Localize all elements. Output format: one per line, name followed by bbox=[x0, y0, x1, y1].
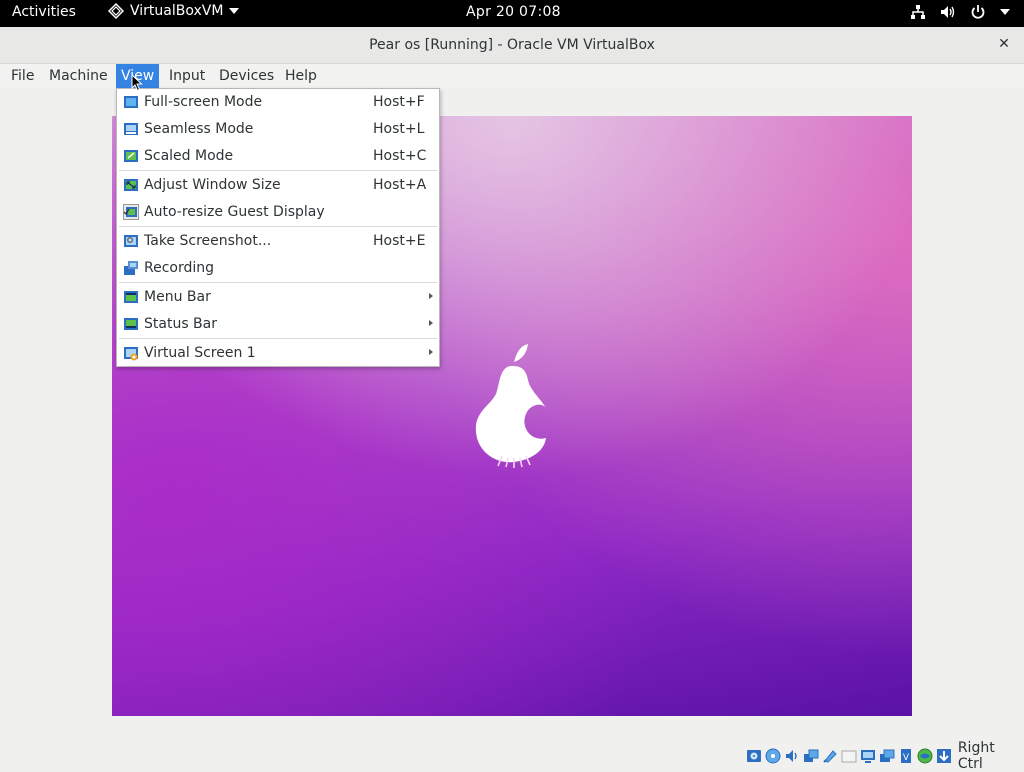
menu-item-status-bar[interactable]: Status Bar bbox=[117, 311, 439, 338]
submenu-arrow-icon bbox=[429, 320, 433, 326]
menu-separator bbox=[119, 170, 437, 171]
optical-drive-icon[interactable] bbox=[765, 748, 781, 764]
menu-bar-icon bbox=[124, 291, 138, 303]
view-menu-dropdown: Full-screen Mode Host+F Seamless Mode Ho… bbox=[116, 88, 440, 367]
app-menu[interactable]: VirtualBoxVM bbox=[108, 3, 240, 19]
usb-icon[interactable] bbox=[822, 748, 838, 764]
submenu-arrow-icon bbox=[429, 293, 433, 299]
menu-separator bbox=[119, 338, 437, 339]
menu-bar: File Machine View Input Devices Help bbox=[0, 64, 1024, 88]
virtual-screen-icon bbox=[124, 347, 138, 361]
menu-item-auto-resize-guest-display[interactable]: Auto-resize Guest Display bbox=[117, 199, 439, 226]
recording-icon bbox=[124, 261, 138, 275]
volume-icon bbox=[941, 6, 955, 18]
pear-logo-icon bbox=[475, 344, 546, 468]
keyboard-capture-icon[interactable] bbox=[936, 748, 952, 764]
menu-separator bbox=[119, 226, 437, 227]
auto-resize-icon bbox=[123, 204, 139, 220]
mouse-integration-icon[interactable] bbox=[917, 748, 933, 764]
menu-input[interactable]: Input bbox=[164, 64, 210, 88]
menu-item-take-screenshot[interactable]: Take Screenshot... Host+E bbox=[117, 228, 439, 255]
menu-item-seamless-mode[interactable]: Seamless Mode Host+L bbox=[117, 116, 439, 143]
scaled-icon bbox=[124, 150, 138, 162]
hard-disk-icon[interactable] bbox=[746, 748, 762, 764]
submenu-arrow-icon bbox=[429, 349, 433, 355]
clock[interactable]: Apr 20 07:08 bbox=[466, 4, 561, 20]
menu-item-scaled-mode[interactable]: Scaled Mode Host+C bbox=[117, 143, 439, 170]
menu-item-menu-bar[interactable]: Menu Bar bbox=[117, 284, 439, 311]
activities-button[interactable]: Activities bbox=[12, 4, 76, 20]
fullscreen-icon bbox=[124, 96, 138, 108]
menu-separator bbox=[119, 282, 437, 283]
menu-item-virtual-screen-1[interactable]: Virtual Screen 1 bbox=[117, 340, 439, 367]
app-name: VirtualBoxVM bbox=[130, 3, 224, 19]
window-title: Pear os [Running] - Oracle VM VirtualBox bbox=[369, 37, 655, 53]
gnome-top-bar: Activities VirtualBoxVM Apr 20 07:08 bbox=[0, 0, 1024, 27]
menu-devices[interactable]: Devices bbox=[214, 64, 279, 88]
vm-status-bar: V Right Ctrl bbox=[746, 740, 1024, 772]
menu-item-recording[interactable]: Recording bbox=[117, 255, 439, 282]
chevron-down-icon bbox=[1000, 9, 1010, 15]
menu-item-adjust-window-size[interactable]: Adjust Window Size Host+A bbox=[117, 172, 439, 199]
menu-item-full-screen-mode[interactable]: Full-screen Mode Host+F bbox=[117, 89, 439, 116]
mouse-cursor-icon bbox=[131, 74, 143, 92]
power-icon bbox=[971, 5, 985, 19]
system-tray[interactable] bbox=[910, 4, 1010, 20]
virtualbox-app-icon bbox=[108, 3, 124, 19]
close-icon[interactable]: ✕ bbox=[996, 36, 1012, 52]
seamless-icon bbox=[124, 123, 138, 135]
svg-text:V: V bbox=[903, 753, 910, 763]
window-title-bar[interactable]: Pear os [Running] - Oracle VM VirtualBox… bbox=[0, 27, 1024, 64]
screenshot-icon bbox=[124, 235, 138, 247]
shared-folder-icon[interactable] bbox=[841, 748, 857, 764]
adjust-window-icon bbox=[124, 179, 138, 191]
cpu-icon[interactable]: V bbox=[898, 748, 914, 764]
chevron-down-icon bbox=[229, 8, 240, 14]
network-icon[interactable] bbox=[803, 748, 819, 764]
menu-file[interactable]: File bbox=[6, 64, 39, 88]
network-wired-icon bbox=[911, 5, 925, 19]
recording-status-icon[interactable] bbox=[879, 748, 895, 764]
status-bar-icon bbox=[124, 318, 138, 330]
menu-help[interactable]: Help bbox=[280, 64, 322, 88]
host-key-label: Right Ctrl bbox=[957, 740, 995, 772]
display-icon[interactable] bbox=[860, 748, 876, 764]
audio-icon[interactable] bbox=[784, 748, 800, 764]
menu-machine[interactable]: Machine bbox=[44, 64, 113, 88]
